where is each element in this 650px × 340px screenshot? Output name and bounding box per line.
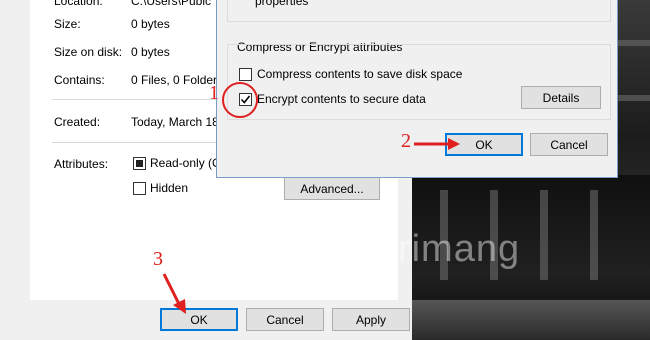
encrypt-label: Encrypt contents to secure data — [257, 92, 426, 106]
step-3-number: 3 — [153, 248, 163, 270]
readonly-checkbox[interactable] — [133, 157, 146, 170]
size-value: 0 bytes — [131, 17, 170, 31]
attributes-label: Attributes: — [54, 157, 109, 171]
railing-post — [540, 190, 548, 280]
step-1-number: 1 — [209, 82, 219, 104]
advanced-cancel-button[interactable]: Cancel — [530, 133, 608, 156]
contains-value: 0 Files, 0 Folders — [131, 73, 217, 87]
location-label: Location: — [54, 0, 103, 8]
details-button[interactable]: Details — [521, 86, 601, 109]
compress-checkbox[interactable] — [239, 68, 252, 81]
readonly-label: Read-only (O — [150, 156, 216, 170]
watermark-logo-icon — [282, 228, 320, 266]
step-3-arrow-icon — [162, 273, 186, 314]
size-on-disk-label: Size on disk: — [54, 45, 123, 59]
compress-label: Compress contents to save disk space — [257, 67, 463, 81]
advanced-button[interactable]: Advanced... — [284, 177, 380, 200]
location-value: C:\Users\Pubic — [131, 0, 212, 8]
size-on-disk-value: 0 bytes — [131, 45, 170, 59]
contains-label: Contains: — [54, 73, 105, 87]
created-label: Created: — [54, 115, 101, 129]
cancel-button[interactable]: Cancel — [246, 308, 324, 331]
file-attributes-group: properties — [227, 0, 611, 22]
created-value: Today, March 18 — [131, 115, 217, 129]
hidden-label: Hidden — [150, 181, 189, 195]
step-2-arrow-icon — [414, 138, 460, 150]
step-2-number: 2 — [401, 130, 411, 152]
properties-text: properties — [255, 0, 309, 8]
step-1-circle — [222, 82, 258, 118]
size-label: Size: — [54, 17, 81, 31]
apply-button[interactable]: Apply — [332, 308, 410, 331]
hidden-checkbox[interactable] — [133, 182, 146, 195]
watermark-text: uantrimang — [320, 228, 521, 270]
railing-post — [590, 190, 598, 280]
ledge — [410, 300, 650, 340]
